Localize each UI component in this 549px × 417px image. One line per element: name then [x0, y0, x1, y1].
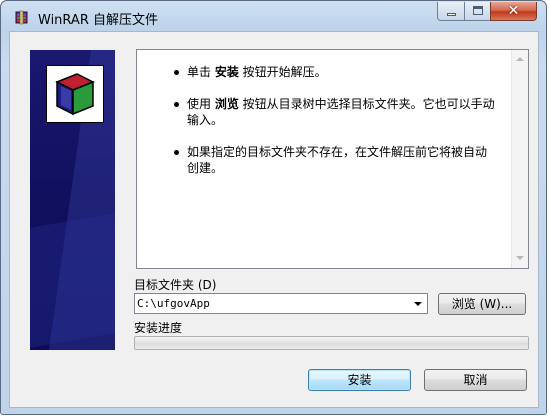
- scroll-up-icon[interactable]: [516, 57, 524, 61]
- bullet-icon: [174, 70, 179, 75]
- close-button[interactable]: ✕: [490, 2, 537, 21]
- minimize-icon: [447, 13, 456, 16]
- instruction-text: 按钮开始解压。: [238, 65, 327, 79]
- instruction-item: 使用 浏览 按钮从目录树中选择目标文件夹。它也可以手动输入。: [137, 96, 513, 128]
- chevron-down-icon[interactable]: [414, 302, 422, 306]
- cancel-button[interactable]: 取消: [424, 369, 527, 391]
- destination-path-input[interactable]: [137, 295, 407, 312]
- banner-decoration: [30, 208, 115, 350]
- winrar-icon[interactable]: [14, 9, 30, 25]
- instructions-box: 单击 安装 按钮开始解压。 使用 浏览 按钮从目录树中选择目标文件夹。它也可以手…: [136, 49, 529, 269]
- scroll-down-icon[interactable]: [516, 256, 524, 260]
- maximize-icon: [473, 6, 483, 15]
- instruction-keyword: 安装: [214, 65, 239, 79]
- install-button[interactable]: 安装: [308, 369, 411, 391]
- destination-path-combo[interactable]: [134, 293, 428, 314]
- progress-label: 安装进度: [134, 321, 183, 335]
- sfx-window: WinRAR 自解压文件 ✕ 单击 安装 按钮开始解压。 使用 浏览 按钮从目录…: [0, 0, 547, 415]
- instruction-text: 单击: [187, 65, 215, 79]
- browse-button[interactable]: 浏览 (W)...: [438, 293, 526, 315]
- winrar-box-logo: [46, 65, 104, 123]
- bullet-icon: [174, 102, 179, 107]
- title-bar[interactable]: WinRAR 自解压文件 ✕: [1, 1, 548, 31]
- vertical-scrollbar[interactable]: [511, 50, 528, 268]
- destination-label: 目标文件夹 (D): [134, 278, 217, 292]
- install-progress-bar: [134, 336, 529, 350]
- instruction-item: 如果指定的目标文件夹不存在，在文件解压前它将被自动创建。: [137, 144, 513, 176]
- instruction-text: 如果指定的目标文件夹不存在，在文件解压前它将被自动创建。: [187, 145, 488, 175]
- bullet-icon: [174, 150, 179, 155]
- dialog-client-area: 单击 安装 按钮开始解压。 使用 浏览 按钮从目录树中选择目标文件夹。它也可以手…: [9, 31, 539, 408]
- instruction-item: 单击 安装 按钮开始解压。: [137, 64, 513, 80]
- side-banner: [30, 50, 115, 350]
- window-title: WinRAR 自解压文件: [38, 13, 158, 28]
- instruction-keyword: 浏览: [214, 97, 239, 111]
- instruction-text: 使用: [187, 97, 215, 111]
- minimize-button[interactable]: [437, 2, 465, 21]
- maximize-button[interactable]: [464, 2, 491, 21]
- instructions-list: 单击 安装 按钮开始解压。 使用 浏览 按钮从目录树中选择目标文件夹。它也可以手…: [137, 64, 513, 192]
- close-icon: ✕: [507, 3, 520, 19]
